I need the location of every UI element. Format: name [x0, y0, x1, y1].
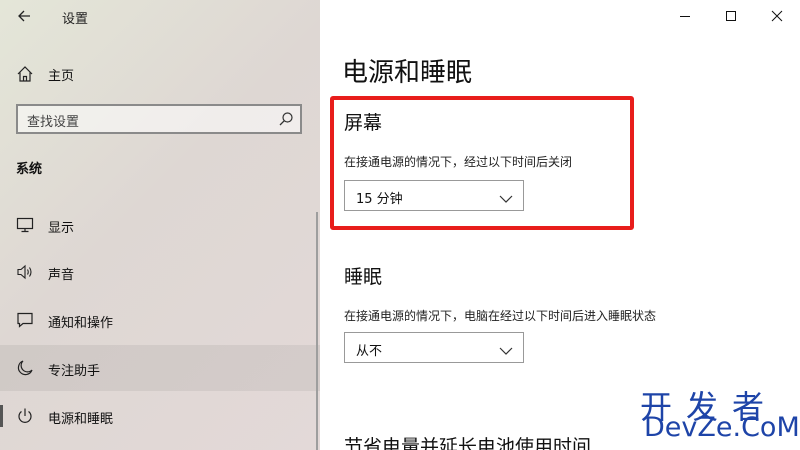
moon-icon	[16, 359, 34, 377]
close-icon	[771, 10, 783, 22]
sidebar-item-notifications[interactable]: 通知和操作	[0, 297, 320, 343]
minimize-button[interactable]	[662, 0, 708, 32]
sidebar-item-label: 显示	[48, 221, 75, 236]
sidebar-item-label: 声音	[48, 268, 75, 283]
page-title: 电源和睡眠	[342, 58, 473, 88]
close-button[interactable]	[754, 0, 800, 32]
chevron-down-icon	[499, 342, 513, 355]
sleep-timeout-dropdown[interactable]: 从不	[344, 332, 524, 363]
sleep-section-title: 睡眠	[344, 266, 383, 288]
app-title: 设置	[62, 12, 89, 27]
home-icon	[16, 65, 34, 83]
back-button[interactable]	[14, 6, 34, 26]
power-icon	[16, 407, 34, 425]
sidebar-item-label: 电源和睡眠	[48, 412, 114, 427]
watermark-domain: DevZe.CoM	[644, 412, 800, 443]
minimize-icon	[680, 16, 690, 17]
sidebar-item-focus-assist[interactable]: 专注助手	[0, 345, 320, 391]
notification-icon	[16, 311, 34, 329]
highlight-annotation-frame	[330, 96, 634, 230]
sidebar-item-sound[interactable]: 声音	[0, 249, 320, 295]
selection-indicator	[0, 405, 3, 427]
sidebar-item-label: 通知和操作	[48, 316, 114, 331]
speaker-icon	[16, 263, 34, 281]
sidebar-item-display[interactable]: 显示	[0, 202, 320, 248]
sidebar-item-power-sleep[interactable]: 电源和睡眠	[0, 393, 320, 439]
sidebar-scrollbar[interactable]	[316, 212, 318, 450]
dropdown-value: 从不	[356, 344, 383, 359]
monitor-icon	[16, 216, 34, 234]
settings-sidebar: 设置 主页 查找设置 系统 显示 声音 通知和操作 专注助手 电源和睡眠	[0, 0, 320, 450]
sleep-timeout-label: 在接通电源的情况下，电脑在经过以下时间后进入睡眠状态	[344, 309, 657, 323]
sidebar-item-label: 主页	[48, 69, 75, 84]
sidebar-item-home[interactable]: 主页	[0, 58, 320, 90]
section-label-system: 系统	[16, 162, 43, 177]
search-icon[interactable]	[278, 111, 294, 127]
maximize-icon	[726, 11, 736, 21]
search-placeholder: 查找设置	[27, 115, 80, 130]
title-bar: 设置	[0, 0, 320, 32]
battery-section-title: 节省电量并延长电池使用时间	[344, 436, 592, 450]
back-arrow-icon	[18, 10, 30, 22]
sidebar-item-label: 专注助手	[48, 364, 101, 379]
search-input[interactable]: 查找设置	[16, 104, 302, 134]
maximize-button[interactable]	[708, 0, 754, 32]
